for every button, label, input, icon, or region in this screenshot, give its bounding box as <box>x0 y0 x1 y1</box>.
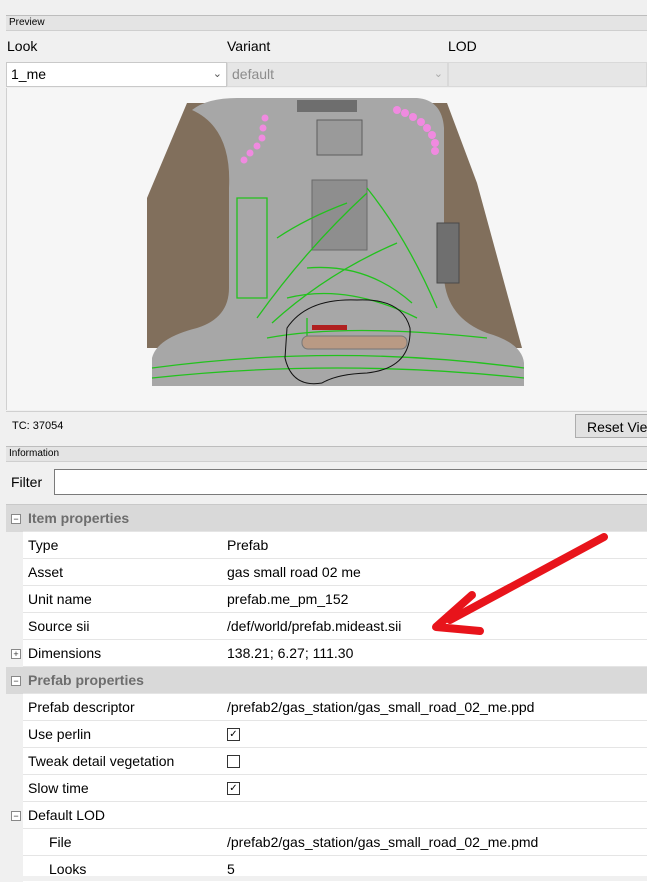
collapse-icon[interactable]: − <box>11 514 21 524</box>
prefab-map-image <box>147 98 525 386</box>
property-name: Dimensions <box>23 640 227 666</box>
information-panel-title: Information <box>6 446 647 462</box>
slow-time-checkbox[interactable]: ✓ <box>227 781 240 795</box>
triangle-count: TC: 37054 <box>12 420 64 432</box>
property-name: Default LOD <box>23 802 227 828</box>
prefab-preview-viewport[interactable] <box>6 88 647 410</box>
property-row[interactable]: + Dimensions 138.21; 6.27; 111.30 <box>6 640 647 667</box>
property-name: Slow time <box>23 775 227 801</box>
property-name: Source sii <box>23 613 227 639</box>
variant-select[interactable]: default ⌄ <box>227 62 448 87</box>
property-value: /prefab2/gas_station/gas_small_road_02_m… <box>222 829 647 855</box>
use-perlin-checkbox[interactable]: ✓ <box>227 727 240 741</box>
preview-status-bar: TC: 37054 Reset View <box>6 411 647 441</box>
property-value: /prefab2/gas_station/gas_small_road_02_m… <box>222 694 647 720</box>
collapse-icon[interactable]: − <box>11 811 21 821</box>
reset-view-button[interactable]: Reset View <box>575 414 647 438</box>
property-name: Use perlin <box>23 721 227 747</box>
red-arrow-annotation <box>432 533 608 635</box>
property-name: Type <box>23 532 227 558</box>
expand-icon[interactable]: + <box>11 649 21 659</box>
property-name: File <box>23 829 227 855</box>
look-label: Look <box>7 38 38 54</box>
bottom-strip <box>0 876 647 881</box>
property-name: Asset <box>23 559 227 585</box>
property-row[interactable]: Use perlin ✓ <box>6 721 647 748</box>
property-name: Unit name <box>23 586 227 612</box>
property-row[interactable]: Prefab descriptor /prefab2/gas_station/g… <box>6 694 647 721</box>
property-row[interactable]: − Default LOD <box>6 802 647 829</box>
property-row[interactable]: File /prefab2/gas_station/gas_small_road… <box>6 829 647 856</box>
tweak-vegetation-checkbox[interactable] <box>227 754 240 768</box>
preview-panel-title: Preview <box>6 15 647 31</box>
property-row[interactable]: Tweak detail vegetation <box>6 748 647 775</box>
property-name: Tweak detail vegetation <box>23 748 227 774</box>
property-name: Prefab descriptor <box>23 694 227 720</box>
look-select-value: 1_me <box>11 66 47 82</box>
variant-label: Variant <box>227 38 271 54</box>
variant-select-value: default <box>232 66 275 82</box>
look-select[interactable]: 1_me ⌄ <box>6 62 227 87</box>
property-row[interactable]: Slow time ✓ <box>6 775 647 802</box>
category-prefab-properties[interactable]: − Prefab properties <box>6 667 647 694</box>
lod-label: LOD <box>448 38 477 54</box>
filter-input[interactable] <box>54 469 647 495</box>
lod-select[interactable] <box>448 62 647 87</box>
property-value: 138.21; 6.27; 111.30 <box>222 640 647 666</box>
chevron-down-icon: ⌄ <box>212 68 222 80</box>
filter-label: Filter <box>11 474 43 490</box>
collapse-icon[interactable]: − <box>11 676 21 686</box>
chevron-down-icon: ⌄ <box>433 68 443 80</box>
